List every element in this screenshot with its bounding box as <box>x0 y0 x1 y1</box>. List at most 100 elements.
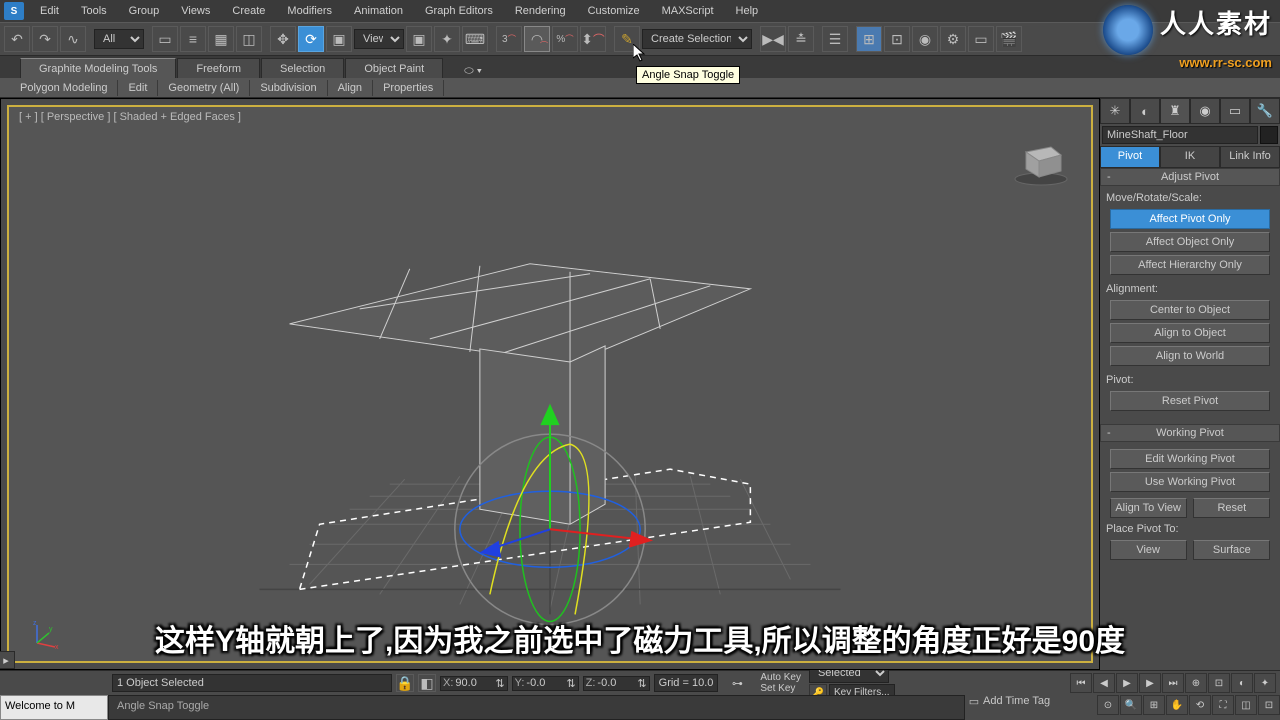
setkey-button[interactable]: Set Key <box>760 683 801 694</box>
goto-start-button[interactable]: ⏮ <box>1070 673 1092 693</box>
viewport-label[interactable]: [ + ] [ Perspective ] [ Shaded + Edged F… <box>19 111 241 123</box>
hierarchy-tab[interactable]: ♜ <box>1160 98 1190 124</box>
time-config-button[interactable]: ⊙ <box>1097 695 1119 715</box>
subtab-linkinfo[interactable]: Link Info <box>1220 146 1280 168</box>
scale-button[interactable]: ▣ <box>326 26 352 52</box>
align-to-world-button[interactable]: Align to World <box>1110 346 1270 366</box>
ribbon-sub-geometry[interactable]: Geometry (All) <box>158 80 250 96</box>
menu-help[interactable]: Help <box>726 2 769 20</box>
percent-snap-button[interactable]: %⌒ <box>552 26 578 52</box>
curve-editor-button[interactable]: ⊞ <box>856 26 882 52</box>
rollout-adjust-pivot[interactable]: -Adjust Pivot <box>1100 168 1280 186</box>
align-to-object-button[interactable]: Align to Object <box>1110 323 1270 343</box>
menu-rendering[interactable]: Rendering <box>505 2 576 20</box>
nav-2[interactable]: ⊡ <box>1208 673 1230 693</box>
ribbon-tab-graphite[interactable]: Graphite Modeling Tools <box>20 58 176 78</box>
redo-button[interactable]: ↷ <box>32 26 58 52</box>
center-to-object-button[interactable]: Center to Object <box>1110 300 1270 320</box>
add-time-tag-button[interactable]: Add Time Tag <box>983 695 1093 720</box>
align-button[interactable]: ≛ <box>788 26 814 52</box>
prev-frame-button[interactable]: ◀ <box>1093 673 1115 693</box>
render-button[interactable]: 🎬 <box>996 26 1022 52</box>
vnav-orbit[interactable]: ⟲ <box>1189 695 1211 715</box>
motion-tab[interactable]: ◉ <box>1190 98 1220 124</box>
edit-working-pivot-button[interactable]: Edit Working Pivot <box>1110 449 1270 469</box>
lock-selection-icon[interactable]: 🔒 <box>396 674 414 692</box>
material-editor-button[interactable]: ◉ <box>912 26 938 52</box>
vnav-pan[interactable]: ✋ <box>1166 695 1188 715</box>
spinner-snap-button[interactable]: ⬍⌒ <box>580 26 606 52</box>
isolate-icon[interactable]: ◧ <box>418 674 436 692</box>
menu-tools[interactable]: Tools <box>71 2 117 20</box>
nav-4[interactable]: ✦ <box>1254 673 1276 693</box>
pivot-center-button[interactable]: ▣ <box>406 26 432 52</box>
undo-button[interactable]: ↶ <box>4 26 30 52</box>
ribbon-sub-polygon[interactable]: Polygon Modeling <box>10 80 118 96</box>
macro-recorder-icon[interactable]: ▭ <box>965 695 983 720</box>
schematic-view-button[interactable]: ⊡ <box>884 26 910 52</box>
vnav-max[interactable]: ⊡ <box>1258 695 1280 715</box>
ribbon-sub-properties[interactable]: Properties <box>373 80 444 96</box>
transform-y-spinner[interactable]: Y:⇅ <box>512 676 579 691</box>
mirror-button[interactable]: ▶◀ <box>760 26 786 52</box>
select-by-name-button[interactable]: ≡ <box>180 26 206 52</box>
edit-named-sel-button[interactable]: ✎ <box>614 26 640 52</box>
next-frame-button[interactable]: ▶ <box>1139 673 1161 693</box>
perspective-viewport[interactable]: [ + ] [ Perspective ] [ Shaded + Edged F… <box>7 105 1093 663</box>
goto-end-button[interactable]: ⏭ <box>1162 673 1184 693</box>
ribbon-tab-freeform[interactable]: Freeform <box>177 58 260 78</box>
play-button[interactable]: ▶ <box>1116 673 1138 693</box>
reset-pivot-button[interactable]: Reset Pivot <box>1110 391 1270 411</box>
menu-graph-editors[interactable]: Graph Editors <box>415 2 503 20</box>
layers-button[interactable]: ☰ <box>822 26 848 52</box>
ribbon-sub-align[interactable]: Align <box>328 80 373 96</box>
select-object-button[interactable]: ▭ <box>152 26 178 52</box>
utilities-tab[interactable]: 🔧 <box>1250 98 1280 124</box>
menu-maxscript[interactable]: MAXScript <box>652 2 724 20</box>
subtab-ik[interactable]: IK <box>1160 146 1220 168</box>
menu-views[interactable]: Views <box>171 2 220 20</box>
ribbon-sub-edit[interactable]: Edit <box>118 80 158 96</box>
manipulate-button[interactable]: ✦ <box>434 26 460 52</box>
angle-snap-button[interactable]: ◠⌒ <box>524 26 550 52</box>
object-name-field[interactable] <box>1102 126 1258 144</box>
nav-3[interactable]: ◐ <box>1231 673 1253 693</box>
move-button[interactable]: ✥ <box>270 26 296 52</box>
transform-z-spinner[interactable]: Z:⇅ <box>583 676 650 691</box>
maxscript-mini-listener[interactable]: Welcome to M <box>0 695 108 720</box>
snap-2d-button[interactable]: 3⌒ <box>496 26 522 52</box>
place-pivot-surface-button[interactable]: Surface <box>1193 540 1270 560</box>
autokey-button[interactable]: Auto Key <box>760 672 801 683</box>
place-pivot-view-button[interactable]: View <box>1110 540 1187 560</box>
named-selection-dropdown[interactable]: Create Selection Se <box>642 29 752 49</box>
menu-create[interactable]: Create <box>222 2 275 20</box>
menu-edit[interactable]: Edit <box>30 2 69 20</box>
select-region-button[interactable]: ▦ <box>208 26 234 52</box>
transform-x-spinner[interactable]: X:⇅ <box>440 676 508 691</box>
app-icon[interactable]: S <box>4 2 24 20</box>
vnav-zoom-ext[interactable]: ⛶ <box>1212 695 1234 715</box>
nav-1[interactable]: ⊕ <box>1185 673 1207 693</box>
ref-coord-dropdown[interactable]: View <box>354 29 404 49</box>
working-pivot-reset-button[interactable]: Reset <box>1193 498 1270 518</box>
modify-tab[interactable]: ◐ <box>1130 98 1160 124</box>
rotate-button[interactable]: ⟳ <box>298 26 324 52</box>
create-tab[interactable]: ✳ <box>1100 98 1130 124</box>
align-to-view-button[interactable]: Align To View <box>1110 498 1187 518</box>
menu-group[interactable]: Group <box>119 2 170 20</box>
communication-center-icon[interactable]: ⊶ <box>722 677 752 690</box>
affect-object-only-button[interactable]: Affect Object Only <box>1110 232 1270 252</box>
vnav-zoom[interactable]: 🔍 <box>1120 695 1142 715</box>
ribbon-sub-subdivision[interactable]: Subdivision <box>250 80 327 96</box>
rollout-working-pivot[interactable]: -Working Pivot <box>1100 424 1280 442</box>
selection-filter-dropdown[interactable]: All <box>94 29 144 49</box>
render-setup-button[interactable]: ⚙ <box>940 26 966 52</box>
menu-customize[interactable]: Customize <box>578 2 650 20</box>
render-frame-button[interactable]: ▭ <box>968 26 994 52</box>
subtab-pivot[interactable]: Pivot <box>1100 146 1160 168</box>
vnav-fov[interactable]: ◫ <box>1235 695 1257 715</box>
ribbon-expand-icon[interactable]: ⬭ ▾ <box>464 65 482 78</box>
ribbon-tab-objectpaint[interactable]: Object Paint <box>345 58 443 78</box>
affect-pivot-only-button[interactable]: Affect Pivot Only <box>1110 209 1270 229</box>
menu-animation[interactable]: Animation <box>344 2 413 20</box>
